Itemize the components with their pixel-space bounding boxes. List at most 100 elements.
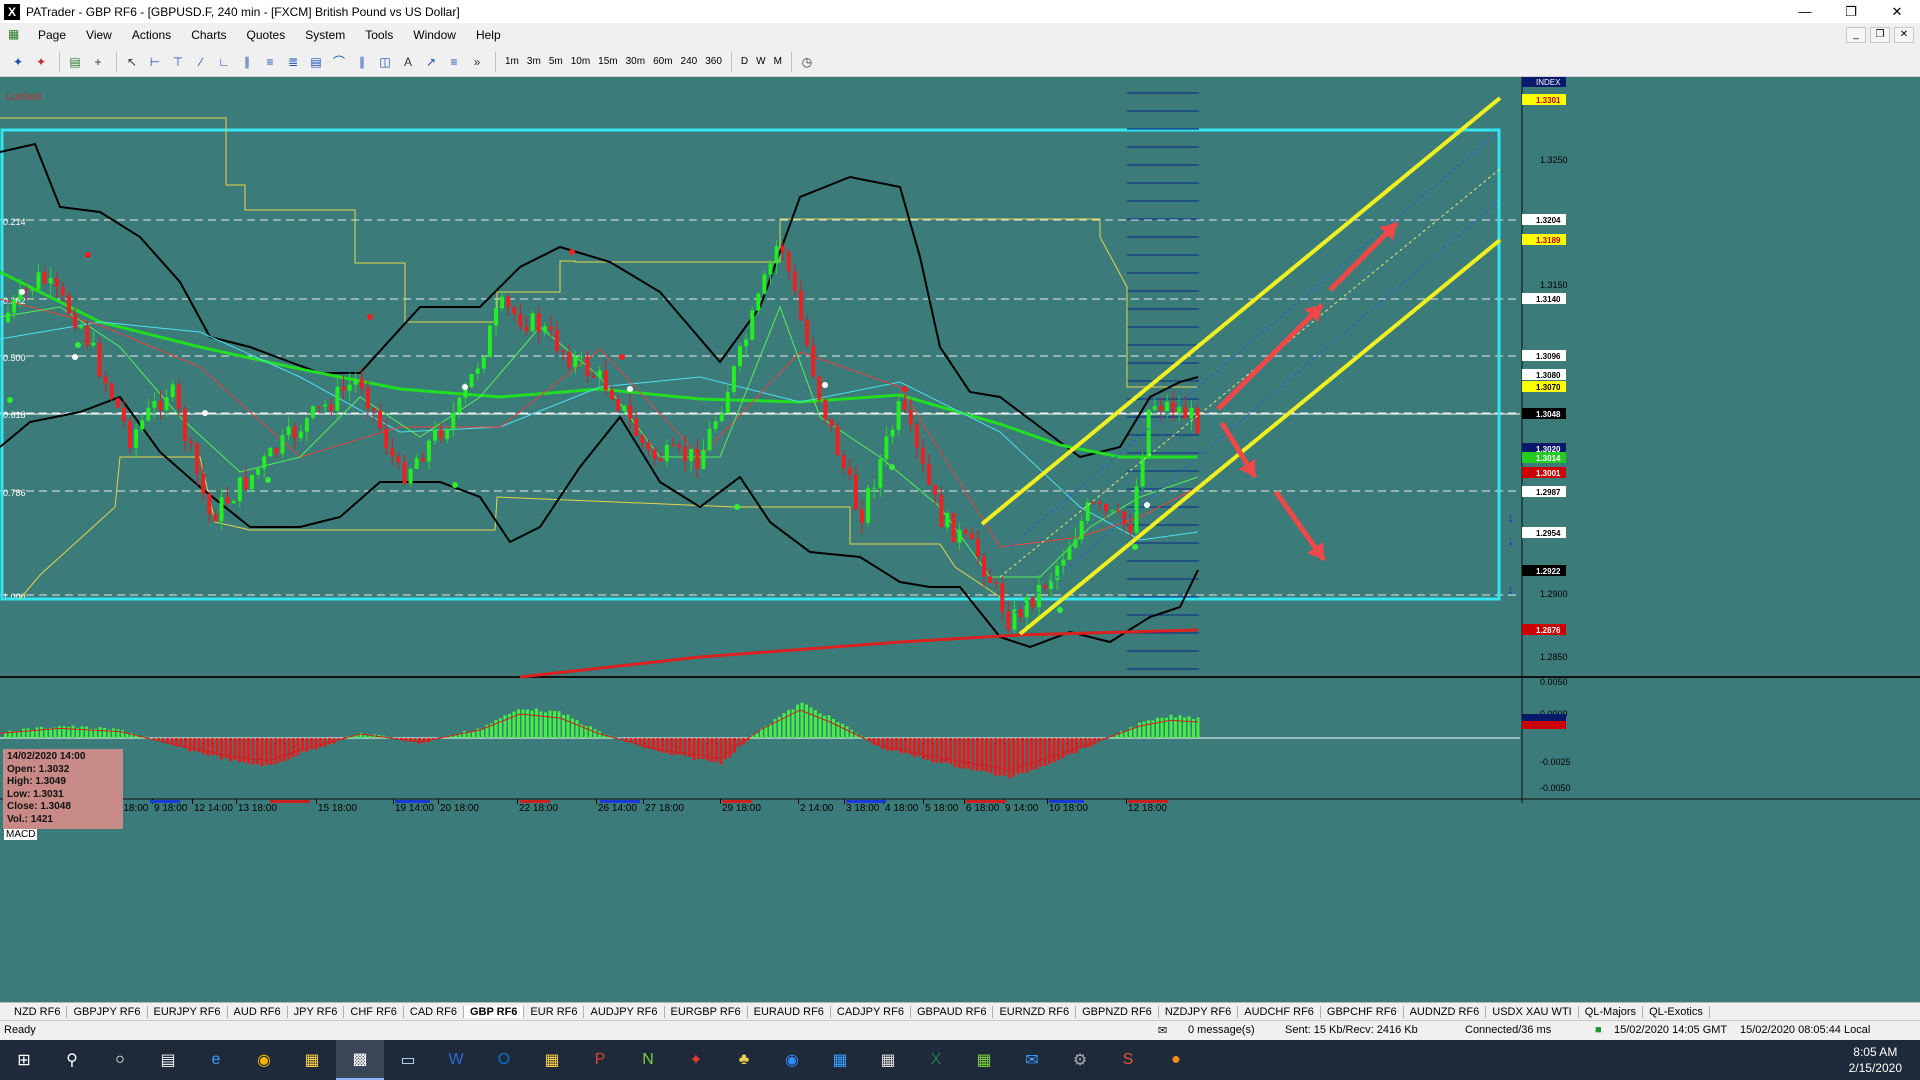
timeframe-5m[interactable]: 5m	[545, 52, 567, 72]
symbol-tab[interactable]: EURGBP RF6	[665, 1005, 748, 1018]
edge-icon[interactable]: e	[192, 1040, 240, 1080]
chart-area[interactable]: 0.2140.3820.5000.6180.7861.000↓↓↓1.32501…	[0, 77, 1920, 1003]
mdi-restore-icon[interactable]: ❐	[1870, 27, 1890, 43]
symbol-tab[interactable]: CHF RF6	[344, 1005, 404, 1018]
menu-actions[interactable]: Actions	[122, 28, 181, 42]
timeframe-30m[interactable]: 30m	[622, 52, 649, 72]
menu-quotes[interactable]: Quotes	[237, 28, 296, 42]
menu-window[interactable]: Window	[403, 28, 466, 42]
symbol-tab[interactable]: NZDJPY RF6	[1159, 1005, 1239, 1018]
word-icon[interactable]: W	[432, 1040, 480, 1080]
cursor-icon[interactable]: ↖	[122, 52, 142, 72]
app-blue-icon[interactable]: ▦	[816, 1040, 864, 1080]
search-icon[interactable]: ⚲	[48, 1040, 96, 1080]
plus-icon[interactable]: +	[88, 52, 108, 72]
timeframe-15m[interactable]: 15m	[594, 52, 621, 72]
task-view-icon[interactable]: ▤	[144, 1040, 192, 1080]
symbol-tab[interactable]: GBPNZD RF6	[1076, 1005, 1159, 1018]
crosshair-blue-icon[interactable]: ✦	[8, 52, 28, 72]
symbol-tab[interactable]: EURAUD RF6	[748, 1005, 831, 1018]
symbol-tab[interactable]: EUR RF6	[524, 1005, 585, 1018]
mail-icon[interactable]: ✉	[1158, 1024, 1167, 1037]
chart-menu-icon[interactable]: ▦	[8, 27, 28, 43]
calculator-icon[interactable]: ▦	[864, 1040, 912, 1080]
vline-icon[interactable]: ⊤	[168, 52, 188, 72]
chart-type-icon[interactable]: ▤	[65, 52, 85, 72]
clock-icon[interactable]: ◷	[797, 52, 817, 72]
price-chart[interactable]: 0.2140.3820.5000.6180.7861.000↓↓↓1.32501…	[0, 77, 1920, 1003]
symbol-tab[interactable]: EURNZD RF6	[993, 1005, 1077, 1018]
outlook-icon[interactable]: O	[480, 1040, 528, 1080]
symbol-tab[interactable]: AUDCHF RF6	[1238, 1005, 1321, 1018]
fan-icon[interactable]: ∟	[214, 52, 234, 72]
menu-charts[interactable]: Charts	[181, 28, 236, 42]
crosshair-red-icon[interactable]: ✦	[31, 52, 51, 72]
timeframe-w[interactable]: W	[752, 52, 769, 72]
app-mail-icon[interactable]: ✉	[1008, 1040, 1056, 1080]
trendline-icon[interactable]: ∕	[191, 52, 211, 72]
zoom-icon[interactable]: ◉	[768, 1040, 816, 1080]
timeframe-240[interactable]: 240	[677, 52, 702, 72]
app-orange-icon[interactable]: ●	[1152, 1040, 1200, 1080]
symbol-tab[interactable]: USDX XAU WTI	[1486, 1005, 1579, 1018]
symbol-tab[interactable]: QL-Majors	[1579, 1005, 1644, 1018]
more-tools-icon[interactable]: ≡	[444, 52, 464, 72]
sticky-icon[interactable]: ▦	[528, 1040, 576, 1080]
chrome-icon[interactable]: ◉	[240, 1040, 288, 1080]
text-icon[interactable]: A	[398, 52, 418, 72]
symbol-tab[interactable]: AUDJPY RF6	[584, 1005, 665, 1018]
arrow-tool-icon[interactable]: ↗	[421, 52, 441, 72]
symbol-tab[interactable]: AUDNZD RF6	[1404, 1005, 1487, 1018]
symbol-tab[interactable]: CADJPY RF6	[831, 1005, 911, 1018]
patrader-icon[interactable]: ▩	[336, 1040, 384, 1080]
taskbar-clock[interactable]: 8:05 AM 2/15/2020	[1849, 1044, 1902, 1076]
cortana-icon[interactable]: ○	[96, 1040, 144, 1080]
symbol-tab[interactable]: QL-Exotics	[1643, 1005, 1710, 1018]
symbol-tab[interactable]: AUD RF6	[228, 1005, 288, 1018]
time-zones-icon[interactable]: ∥	[352, 52, 372, 72]
mdi-minimize-icon[interactable]: _	[1846, 27, 1866, 43]
excel-icon[interactable]: X	[912, 1040, 960, 1080]
timeframe-360[interactable]: 360	[701, 52, 726, 72]
menu-page[interactable]: Page	[28, 28, 76, 42]
app-chart-icon[interactable]: ▦	[960, 1040, 1008, 1080]
symbol-tab[interactable]: GBPAUD RF6	[911, 1005, 994, 1018]
menu-help[interactable]: Help	[466, 28, 511, 42]
menu-view[interactable]: View	[76, 28, 122, 42]
symbol-tab[interactable]: CAD RF6	[404, 1005, 464, 1018]
timeframe-10m[interactable]: 10m	[567, 52, 594, 72]
timeframe-d[interactable]: D	[737, 52, 752, 72]
symbol-tab[interactable]: GBP RF6	[463, 1005, 525, 1018]
gann-icon[interactable]: ▤	[306, 52, 326, 72]
minimize-icon[interactable]: —	[1782, 0, 1828, 23]
app-n-icon[interactable]: N	[624, 1040, 672, 1080]
symbol-tab[interactable]: GBPJPY RF6	[67, 1005, 148, 1018]
hline-icon[interactable]: ⊢	[145, 52, 165, 72]
arc-icon[interactable]: ⌒	[329, 52, 349, 72]
mdi-close-icon[interactable]: ✕	[1894, 27, 1914, 43]
symbol-tab[interactable]: JPY RF6	[288, 1005, 345, 1018]
menu-system[interactable]: System	[295, 28, 355, 42]
status-messages[interactable]: 0 message(s)	[1188, 1024, 1255, 1036]
symbol-tab[interactable]: NZD RF6	[8, 1005, 68, 1018]
restore-icon[interactable]: ❐	[1828, 0, 1874, 23]
explorer-icon[interactable]: ▦	[288, 1040, 336, 1080]
timeframe-3m[interactable]: 3m	[523, 52, 545, 72]
overflow-icon[interactable]: »	[467, 52, 487, 72]
menu-tools[interactable]: Tools	[355, 28, 403, 42]
app-tools-icon[interactable]: ⚙	[1056, 1040, 1104, 1080]
notes-icon[interactable]: ▭	[384, 1040, 432, 1080]
symbol-tab[interactable]: EURJPY RF6	[148, 1005, 228, 1018]
app-s-icon[interactable]: S	[1104, 1040, 1152, 1080]
timeframe-m[interactable]: M	[770, 52, 786, 72]
fib-extension-icon[interactable]: ≣	[283, 52, 303, 72]
channel-icon[interactable]: ∥	[237, 52, 257, 72]
symbol-tab[interactable]: GBPCHF RF6	[1321, 1005, 1404, 1018]
fibonacci-icon[interactable]: ≡	[260, 52, 280, 72]
timeframe-1m[interactable]: 1m	[501, 52, 523, 72]
close-icon[interactable]: ✕	[1874, 0, 1920, 23]
app-cards-icon[interactable]: ♣	[720, 1040, 768, 1080]
app-bird-icon[interactable]: ✦	[672, 1040, 720, 1080]
timeframe-60m[interactable]: 60m	[649, 52, 676, 72]
windows-icon[interactable]: ⊞	[0, 1040, 48, 1080]
